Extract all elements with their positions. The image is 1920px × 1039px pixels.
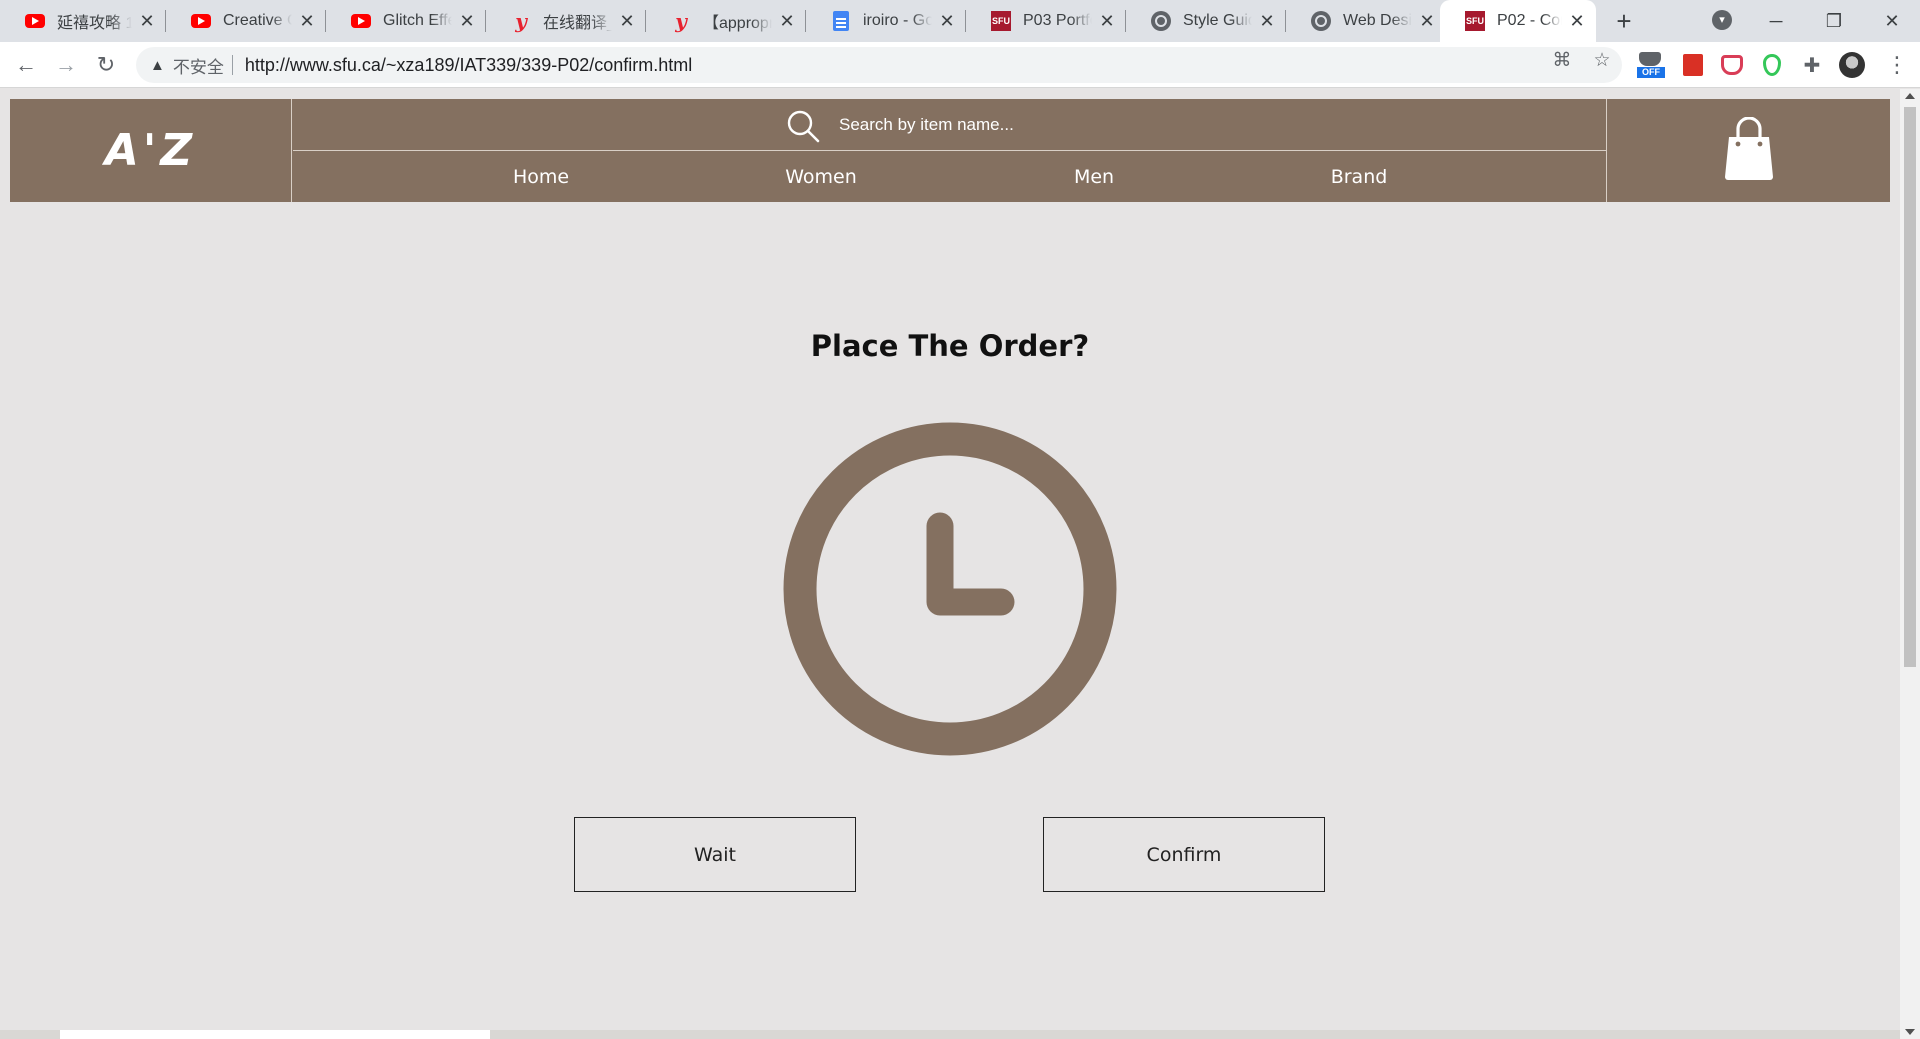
tab-style-guide[interactable]: Style Guide ✕ <box>1126 0 1286 42</box>
tab-close-icon[interactable]: ✕ <box>298 12 316 30</box>
address-bar[interactable]: ▲ 不安全 http://www.sfu.ca/~xza189/IAT339/3… <box>136 47 1622 83</box>
tab-active-confirm[interactable]: SFU P02 - Confirm ✕ <box>1440 0 1596 42</box>
confirm-button[interactable]: Confirm <box>1043 817 1325 892</box>
tab-close-icon[interactable]: ✕ <box>618 12 636 30</box>
tab-close-icon[interactable]: ✕ <box>1418 12 1436 30</box>
tab-close-icon[interactable]: ✕ <box>938 12 956 30</box>
tab-youdao-2[interactable]: y 【appropriate ✕ <box>646 0 806 42</box>
youdao-icon: y <box>515 9 527 33</box>
wait-button[interactable]: Wait <box>574 817 856 892</box>
restore-icon[interactable]: ❐ <box>1814 6 1854 36</box>
bookmark-star-icon[interactable]: ☆ <box>1591 50 1613 72</box>
page-title: Place The Order? <box>810 329 1090 363</box>
tab-search-icon[interactable]: ▾ <box>1712 10 1732 30</box>
tab-youtube-1[interactable]: 延禧攻略 10 ✕ <box>0 0 166 42</box>
nav-men[interactable]: Men <box>1074 152 1114 202</box>
nav-women[interactable]: Women <box>785 152 857 202</box>
search-bar <box>293 99 1606 151</box>
site-header: A'Z Home Women Men Brand <box>10 99 1890 202</box>
search-input[interactable] <box>839 109 1439 141</box>
google-docs-icon <box>830 10 852 32</box>
tab-close-icon[interactable]: ✕ <box>1098 12 1116 30</box>
shopping-bag-icon[interactable] <box>1723 117 1775 181</box>
profile-avatar[interactable] <box>1839 52 1865 78</box>
youtube-icon <box>24 10 46 32</box>
logo-cell[interactable]: A'Z <box>10 99 292 202</box>
clock-icon <box>783 422 1117 756</box>
tab-title: P02 - Confirm <box>1497 12 1562 29</box>
tab-youdao-1[interactable]: y 在线翻译_有道 ✕ <box>486 0 646 42</box>
browser-menu-icon[interactable]: ⋮ <box>1886 52 1908 78</box>
tab-close-icon[interactable]: ✕ <box>1258 12 1276 30</box>
vertical-scrollbar[interactable] <box>1900 89 1920 1039</box>
green-extension-icon[interactable] <box>1759 52 1785 78</box>
tab-google-docs[interactable]: iroiro - Google ✕ <box>806 0 966 42</box>
scroll-down-icon[interactable] <box>1905 1029 1915 1035</box>
tab-title: Glitch Effect <box>383 12 452 29</box>
url-text[interactable]: http://www.sfu.ca/~xza189/IAT339/339-P02… <box>245 55 692 76</box>
globe-icon <box>1150 10 1172 32</box>
page-viewport: A'Z Home Women Men Brand Place The Order… <box>0 89 1900 1039</box>
nav-brand[interactable]: Brand <box>1331 152 1388 202</box>
tab-title: 延禧攻略 10 <box>57 15 132 32</box>
new-tab-button[interactable]: + <box>1610 6 1638 36</box>
security-label[interactable]: 不安全 <box>173 53 224 78</box>
tab-title: Creative CSS <box>223 12 292 29</box>
browser-toolbar: ← → ↻ ▲ 不安全 http://www.sfu.ca/~xza189/IA… <box>0 42 1920 88</box>
sfu-icon: SFU <box>1464 10 1486 32</box>
tab-youtube-3[interactable]: Glitch Effect ✕ <box>326 0 486 42</box>
forward-icon[interactable]: → <box>50 49 82 81</box>
tab-close-icon[interactable]: ✕ <box>138 12 156 30</box>
tab-close-icon[interactable]: ✕ <box>1568 12 1586 30</box>
tab-title: Style Guide <box>1183 12 1252 29</box>
horizontal-scrollbar[interactable] <box>0 1030 1900 1039</box>
warning-icon[interactable]: ▲ <box>150 57 165 74</box>
scroll-up-icon[interactable] <box>1905 93 1915 99</box>
pdf-extension-icon[interactable] <box>1680 52 1706 78</box>
pocket-extension-icon[interactable] <box>1719 52 1745 78</box>
extension-off-icon[interactable]: OFF <box>1637 52 1665 78</box>
minimize-icon[interactable]: ─ <box>1756 6 1796 36</box>
tab-title: P03 Portfolio <box>1023 12 1092 29</box>
tab-title: Web Design <box>1343 12 1412 29</box>
scrollbar-thumb[interactable] <box>1904 107 1916 667</box>
tab-sfu-portfolio[interactable]: SFU P03 Portfolio ✕ <box>966 0 1126 42</box>
tab-close-icon[interactable]: ✕ <box>458 12 476 30</box>
tab-close-icon[interactable]: ✕ <box>778 12 796 30</box>
window-close-icon[interactable]: ✕ <box>1872 6 1912 36</box>
youtube-icon <box>190 10 212 32</box>
tab-web-design[interactable]: Web Design ✕ <box>1286 0 1446 42</box>
reload-icon[interactable]: ↻ <box>90 49 122 81</box>
youdao-icon: y <box>675 9 687 33</box>
youtube-icon <box>350 10 372 32</box>
tab-title: 【appropriate <box>703 15 772 32</box>
search-icon[interactable] <box>785 108 821 144</box>
tab-youtube-2[interactable]: Creative CSS ✕ <box>166 0 326 42</box>
site-logo[interactable]: A'Z <box>105 125 196 176</box>
sfu-icon: SFU <box>990 10 1012 32</box>
back-icon[interactable]: ← <box>10 49 42 81</box>
tab-title: iroiro - Google <box>863 12 932 29</box>
cart-cell[interactable] <box>1606 99 1890 202</box>
main-nav: Home Women Men Brand <box>293 152 1606 202</box>
browser-tab-strip: 延禧攻略 10 ✕ Creative CSS ✕ Glitch Effect ✕… <box>0 0 1920 42</box>
tab-title: 在线翻译_有道 <box>543 15 612 32</box>
nav-home[interactable]: Home <box>513 152 569 202</box>
puzzle-extensions-icon[interactable]: ✚ <box>1799 52 1825 78</box>
translate-icon[interactable]: ⌘ <box>1551 50 1573 72</box>
globe-icon <box>1310 10 1332 32</box>
